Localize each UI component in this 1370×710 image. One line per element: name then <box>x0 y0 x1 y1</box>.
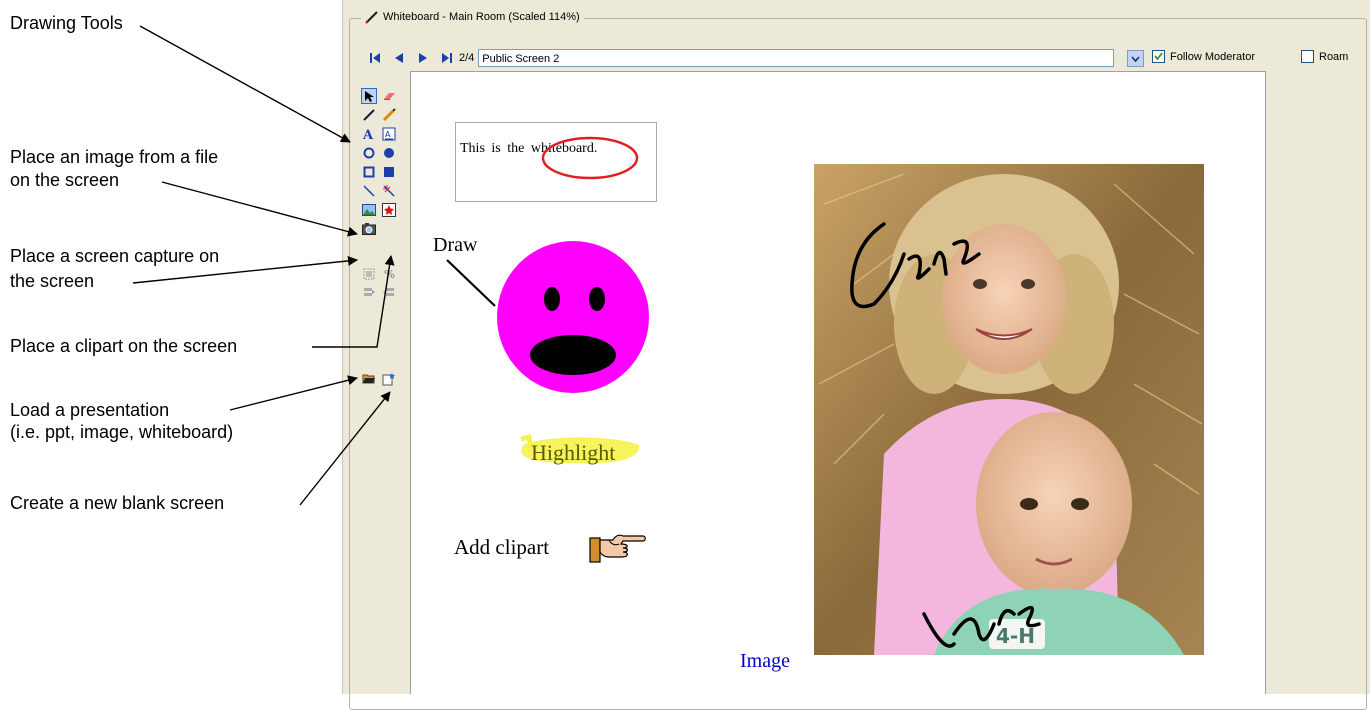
draw-label: Draw <box>433 234 478 256</box>
pen-icon <box>363 109 375 121</box>
circle-outline-tool[interactable] <box>361 145 377 161</box>
magic-wand-tool[interactable] <box>381 183 397 199</box>
annotation-clipart: Place a clipart on the screen <box>10 336 238 356</box>
last-page-button[interactable] <box>437 48 457 68</box>
follow-moderator-option[interactable]: Follow Moderator <box>1152 50 1255 63</box>
circle-filled-icon <box>384 148 394 158</box>
draw-pointer-line <box>446 259 496 307</box>
clipart-tool[interactable] <box>381 202 397 218</box>
screen-navigation-toolbar: 2/4 Public Screen 2 <box>365 47 1115 69</box>
chevron-down-icon <box>1131 55 1140 62</box>
magic-wand-icon <box>383 185 395 197</box>
arrow-place-image <box>161 181 358 237</box>
bring-front-icon <box>364 288 375 296</box>
annotation-place-image-line1: Place an image from a file <box>10 147 219 167</box>
circle-filled-tool[interactable] <box>381 145 397 161</box>
new-screen-icon <box>382 373 395 386</box>
image-label: Image <box>740 650 790 672</box>
checkmark-icon <box>1154 52 1163 61</box>
whiteboard-canvas[interactable]: This is the whiteboard. Draw Highlight A… <box>410 71 1266 694</box>
eraser-tool[interactable] <box>381 88 397 104</box>
window-title-bar: Whiteboard - Main Room (Scaled 114%) <box>361 10 584 24</box>
annotation-load-line2: (i.e. ppt, image, whiteboard) <box>10 422 234 442</box>
annotation-screen-capture-line2: the screen <box>10 271 95 291</box>
text-icon: A <box>362 128 374 141</box>
bring-front-tool[interactable] <box>361 284 377 300</box>
rectangle-outline-icon <box>363 166 375 178</box>
follow-moderator-label: Follow Moderator <box>1170 50 1255 63</box>
add-clipart-label: Add clipart <box>454 535 550 559</box>
first-page-icon <box>370 53 380 63</box>
clipart-icon <box>382 203 396 217</box>
screen-capture-icon <box>362 223 376 235</box>
roam-label: Roam <box>1319 50 1349 63</box>
window-title: Whiteboard - Main Room (Scaled 114%) <box>383 11 580 23</box>
eraser-icon <box>384 93 395 100</box>
placed-photo-image[interactable]: 4-H <box>814 164 1204 655</box>
screen-select-dropdown[interactable]: Public Screen 2 <box>478 49 1115 67</box>
text-tool[interactable]: A <box>361 126 377 142</box>
scale-tool[interactable]: % <box>381 266 397 282</box>
select-arrow-icon <box>365 91 374 102</box>
screen-capture-tool[interactable] <box>361 221 377 237</box>
annotation-load-line1: Load a presentation <box>10 400 170 420</box>
scale-icon: % <box>384 268 395 280</box>
whiteboard-window: Whiteboard - Main Room (Scaled 114%) 2/4… <box>342 0 1370 710</box>
group-icon <box>363 268 375 280</box>
roam-option[interactable]: Roam <box>1301 50 1348 63</box>
annotation-place-image-line2: on the screen <box>10 170 120 190</box>
annotation-drawing-tools: Drawing Tools <box>10 13 123 33</box>
prev-page-button[interactable] <box>389 48 409 68</box>
svg-text:%: % <box>384 268 395 280</box>
send-back-icon <box>383 288 394 296</box>
send-back-tool[interactable] <box>381 284 397 300</box>
page-indicator: 2/4 <box>459 52 475 64</box>
roam-checkbox[interactable] <box>1301 50 1314 63</box>
open-folder-icon <box>362 374 375 384</box>
highlighter-tool[interactable] <box>381 107 397 123</box>
highlight-label: Highlight <box>531 440 616 465</box>
place-image-tool[interactable] <box>361 202 377 218</box>
photo-children-image: 4-H <box>814 164 1204 655</box>
pen-tool[interactable] <box>361 107 377 123</box>
annotation-screen-capture-line1: Place a screen capture on <box>10 246 220 266</box>
svg-text:4-H: 4-H <box>996 624 1035 648</box>
text-block-icon: A <box>382 127 396 141</box>
circle-outline-icon <box>363 147 375 159</box>
prev-page-icon <box>395 53 403 63</box>
rectangle-filled-tool[interactable] <box>381 164 397 180</box>
new-screen-tool[interactable] <box>381 371 397 387</box>
line-icon <box>363 185 375 197</box>
arrow-drawing-tools <box>139 25 351 143</box>
pointing-hand-icon[interactable] <box>589 530 647 564</box>
screen-select-arrow[interactable] <box>1127 50 1144 67</box>
svg-text:A: A <box>362 128 374 141</box>
open-presentation-tool[interactable] <box>361 371 377 387</box>
last-page-icon <box>442 53 452 63</box>
group-tool[interactable] <box>361 266 377 282</box>
next-page-icon <box>419 53 427 63</box>
line-tool[interactable] <box>361 183 377 199</box>
highlighter-icon <box>382 108 396 122</box>
screen-select-value: Public Screen 2 <box>482 53 560 65</box>
rectangle-filled-icon <box>384 167 394 177</box>
textbox-text-prefix: This is the <box>460 141 525 156</box>
text-block-tool[interactable]: A <box>381 126 397 142</box>
annotation-new-screen: Create a new blank screen <box>10 493 225 513</box>
first-page-button[interactable] <box>365 48 385 68</box>
pen-title-icon <box>365 11 378 24</box>
arrow-load-presentation <box>229 375 358 411</box>
smiley-face-drawing[interactable] <box>495 238 651 396</box>
follow-moderator-checkbox[interactable] <box>1152 50 1165 63</box>
select-tool[interactable] <box>361 88 377 104</box>
svg-text:A: A <box>385 130 391 139</box>
rectangle-outline-tool[interactable] <box>361 164 377 180</box>
place-image-icon <box>362 204 376 216</box>
next-page-button[interactable] <box>413 48 433 68</box>
whiteboard-textbox[interactable]: This is the whiteboard. <box>455 122 657 202</box>
red-circle-annotation <box>541 136 639 180</box>
